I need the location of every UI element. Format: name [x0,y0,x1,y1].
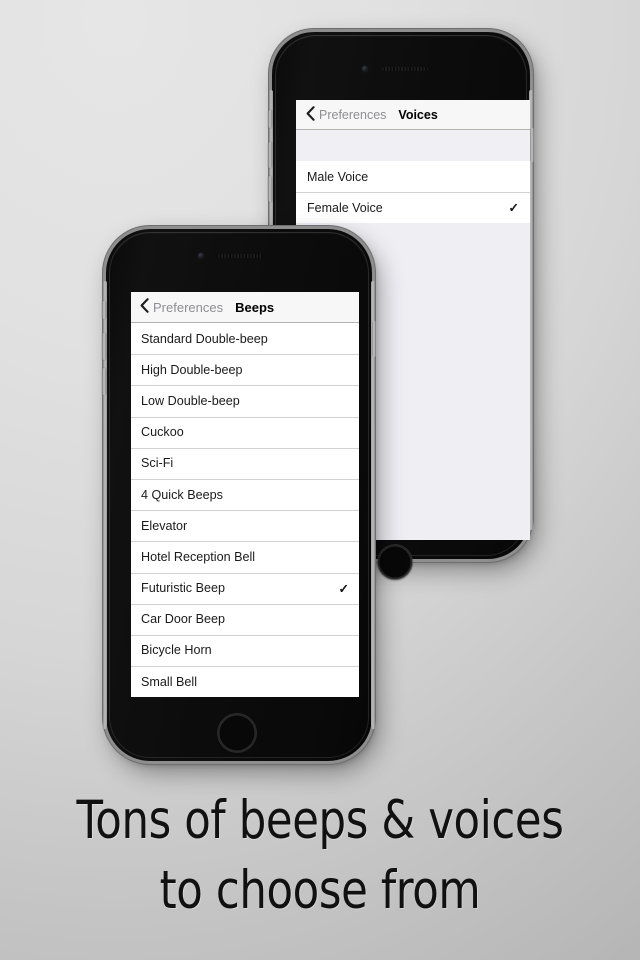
earpiece-speaker-icon [382,67,428,71]
list-item-label: 4 Quick Beeps [141,487,223,502]
list-item-label: Small Bell [141,674,197,689]
volume-down-button-back[interactable] [268,176,272,202]
navigation-bar-voices: Preferences Voices [296,100,530,130]
checkmark-icon: ✓ [508,201,519,215]
home-button-front[interactable] [218,714,256,752]
power-button-front[interactable] [372,321,376,357]
list-item[interactable]: Low Double-beep [131,385,359,417]
list-item-label: Low Double-beep [141,393,240,408]
page-title-voices: Voices [398,107,438,122]
list-item[interactable]: Female Voice ✓ [296,192,530,223]
list-item[interactable]: Sci-Fi [131,447,359,479]
list-item-label: Standard Double-beep [141,331,268,346]
list-item[interactable]: Bicycle Horn [131,634,359,667]
list-item[interactable]: Elevator [131,510,359,542]
phone-screen-front: Preferences Beeps Standard Double-beep Hi… [131,292,359,697]
marketing-caption: Tons of beeps & voices to choose from [58,786,583,926]
ringer-switch-front[interactable] [102,301,106,319]
phone-device-front: Preferences Beeps Standard Double-beep Hi… [102,229,376,761]
list-item-label: Futuristic Beep [141,581,225,596]
caption-line-1: Tons of beeps & voices [76,790,564,851]
front-camera-icon [362,66,368,72]
list-item-label: Cuckoo [141,425,184,440]
list-item[interactable]: Hotel Reception Bell [131,541,359,573]
earpiece-speaker-icon [218,254,262,258]
list-item[interactable]: Male Voice [296,161,530,192]
screenshot-canvas: Preferences Voices Male Voice Female Voic… [0,0,640,960]
list-item[interactable]: 4 Quick Beeps [131,478,359,511]
list-item-label: High Double-beep [141,362,243,377]
back-button-label-voices[interactable]: Preferences [319,108,386,122]
list-item[interactable]: Futuristic Beep ✓ [131,572,359,604]
volume-up-button-back[interactable] [268,142,272,168]
list-item[interactable]: Standard Double-beep [131,323,359,355]
list-top-spacer-voices [296,130,530,161]
ringer-switch-back[interactable] [268,110,272,128]
beeps-list: Standard Double-beep High Double-beep Low … [131,323,359,697]
chevron-left-icon[interactable] [306,105,315,124]
home-button-back[interactable] [378,545,412,579]
back-button-label-beeps[interactable]: Preferences [153,300,223,315]
list-item-label: Female Voice [307,200,383,215]
front-camera-icon [198,253,204,259]
chevron-left-icon[interactable] [140,298,149,316]
list-item-label: Bicycle Horn [141,643,212,658]
navigation-bar-beeps: Preferences Beeps [131,292,359,323]
checkmark-icon: ✓ [338,581,349,596]
caption-line-2: to choose from [159,860,481,921]
list-item[interactable]: Small Bell [131,666,359,697]
list-item-label: Male Voice [307,169,369,184]
volume-up-button-front[interactable] [102,333,106,360]
page-title-beeps: Beeps [235,299,275,315]
list-item[interactable]: Car Door Beep [131,603,359,635]
list-item-label: Car Door Beep [141,612,225,627]
power-button-back[interactable] [530,128,534,162]
list-item-label: Sci-Fi [141,456,174,471]
list-item-label: Hotel Reception Bell [141,549,256,564]
list-item[interactable]: High Double-beep [131,354,359,386]
list-item-label: Elevator [141,518,188,533]
voices-list: Male Voice Female Voice ✓ [296,161,530,223]
volume-down-button-front[interactable] [102,368,106,395]
list-item[interactable]: Cuckoo [131,416,359,448]
